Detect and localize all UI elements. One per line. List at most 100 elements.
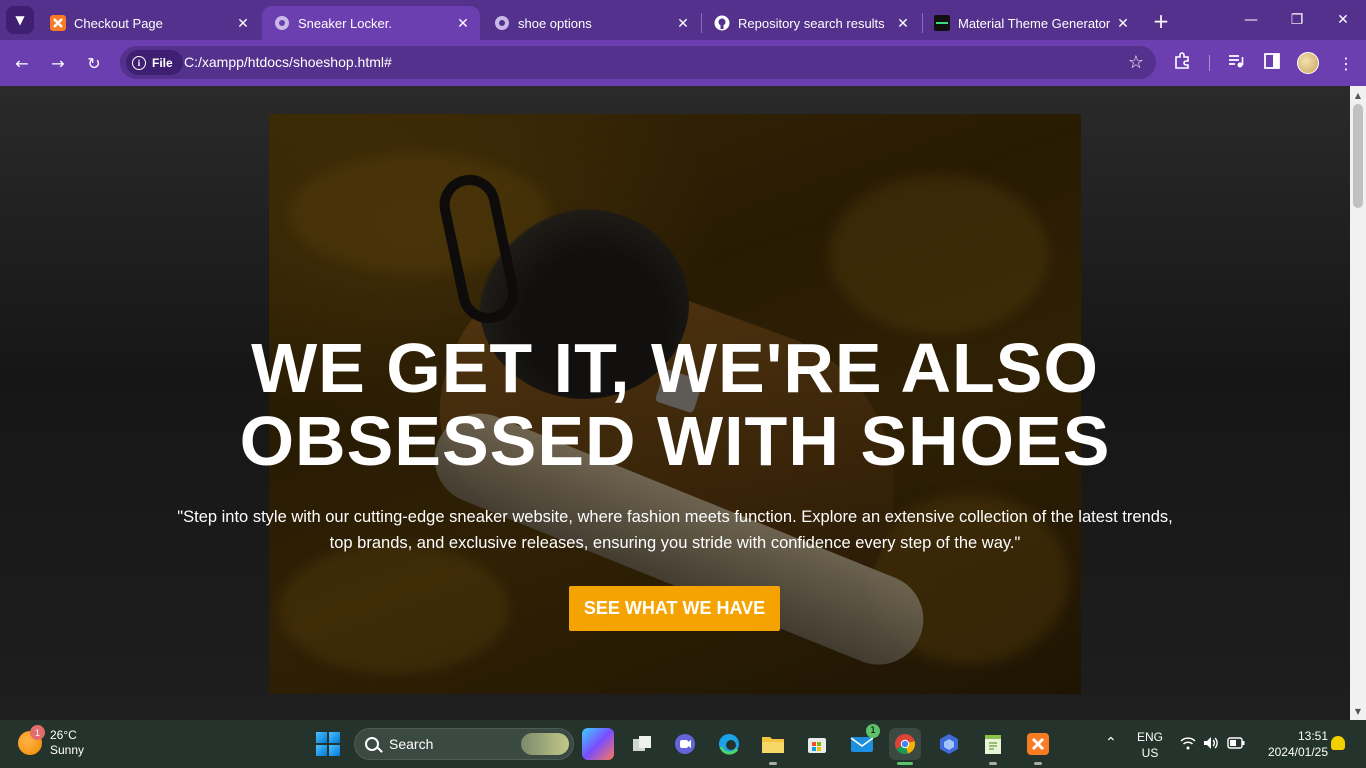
chevron-down-icon: ▼ xyxy=(15,13,25,27)
weather-condition: Sunny xyxy=(50,743,85,757)
browser-menu-button[interactable]: ⋮ xyxy=(1332,49,1360,77)
windows-taskbar: 1 26°C Sunny Search 1 ⌃ ENG US 13:51 202… xyxy=(0,720,1366,768)
arrow-left-icon: ← xyxy=(15,53,29,73)
language-indicator[interactable]: ENG US xyxy=(1133,729,1167,761)
mail-icon[interactable]: 1 xyxy=(846,724,880,760)
restore-icon: ❐ xyxy=(1290,12,1304,28)
clock[interactable]: 13:51 2024/01/25 xyxy=(1256,728,1328,760)
edge-browser-icon[interactable] xyxy=(713,728,745,760)
tab-strip: ▼ Checkout Page ✕ Sneaker Locker. ✕ shoe… xyxy=(0,0,1366,40)
notification-bell-icon[interactable] xyxy=(1331,736,1345,750)
forward-button[interactable]: → xyxy=(44,49,72,77)
region-code: US xyxy=(1141,746,1159,760)
running-indicator xyxy=(989,762,997,765)
chrome-browser-icon[interactable] xyxy=(889,728,921,765)
start-button[interactable] xyxy=(316,732,340,756)
active-indicator xyxy=(897,762,913,765)
close-icon[interactable]: ✕ xyxy=(454,14,472,32)
page-viewport: WE GET IT, WE'RE ALSO OBSESSED WITH SHOE… xyxy=(0,86,1350,720)
browser-toolbar: ← → ↻ i File C:/xampp/htdocs/shoeshop.ht… xyxy=(0,40,1366,86)
scroll-up-arrow-icon[interactable]: ▲ xyxy=(1350,87,1366,103)
toolbar-separator xyxy=(1209,55,1210,71)
sun-icon: 1 xyxy=(18,725,45,755)
back-button[interactable]: ← xyxy=(8,49,36,77)
info-icon: i xyxy=(132,55,146,70)
more-vertical-icon: ⋮ xyxy=(1338,53,1354,73)
tab-sneaker-locker[interactable]: Sneaker Locker. ✕ xyxy=(262,6,480,40)
copilot-taskbar-icon[interactable] xyxy=(582,728,614,760)
close-icon[interactable]: ✕ xyxy=(894,14,912,32)
new-tab-button[interactable]: + xyxy=(1148,8,1174,34)
show-hidden-icons-icon[interactable]: ⌃ xyxy=(1105,735,1117,751)
hero-description: "Step into style with our cutting-edge s… xyxy=(177,508,1173,552)
headline-line-2: OBSESSED WITH SHOES xyxy=(239,402,1111,480)
tab-search-button[interactable]: ▼ xyxy=(6,6,34,34)
minimize-button[interactable]: — xyxy=(1228,0,1274,40)
site-chip-label: File xyxy=(152,55,173,70)
page-scrollbar[interactable]: ▲ ▼ xyxy=(1350,86,1366,720)
puzzle-icon xyxy=(1173,52,1191,74)
task-view-icon[interactable] xyxy=(626,728,658,760)
scrollbar-thumb[interactable] xyxy=(1353,104,1363,208)
url-text[interactable]: C:/xampp/htdocs/shoeshop.html# xyxy=(184,54,392,70)
search-highlight-image xyxy=(521,733,569,755)
notepad-plus-plus-icon[interactable] xyxy=(977,728,1009,765)
language-code: ENG xyxy=(1136,730,1163,744)
weather-widget[interactable]: 1 26°C Sunny xyxy=(18,725,85,758)
minimize-icon: — xyxy=(1244,12,1258,28)
side-panel-icon xyxy=(1264,53,1280,73)
media-control-button[interactable] xyxy=(1222,49,1250,77)
side-panel-button[interactable] xyxy=(1258,49,1286,77)
battery-icon[interactable] xyxy=(1227,737,1245,753)
globe-icon xyxy=(274,15,290,31)
close-icon: ✕ xyxy=(1337,12,1349,28)
tab-title: shoe options xyxy=(518,15,592,31)
tab-title: Material Theme Generator xyxy=(958,15,1111,31)
github-icon xyxy=(714,15,730,31)
teams-chat-icon[interactable] xyxy=(669,728,701,760)
headline-line-1: WE GET IT, WE'RE ALSO xyxy=(251,329,1099,407)
file-explorer-icon[interactable] xyxy=(757,728,789,765)
close-icon[interactable]: ✕ xyxy=(234,14,252,32)
bookmark-star-icon[interactable]: ☆ xyxy=(1128,52,1144,73)
tab-title: Checkout Page xyxy=(74,15,163,31)
close-window-button[interactable]: ✕ xyxy=(1320,0,1366,40)
xampp-control-icon[interactable] xyxy=(1022,728,1054,765)
wifi-icon[interactable] xyxy=(1180,736,1196,754)
hero-headline: WE GET IT, WE'RE ALSO OBSESSED WITH SHOE… xyxy=(0,332,1350,478)
restore-button[interactable]: ❐ xyxy=(1274,0,1320,40)
xampp-icon xyxy=(50,15,66,31)
windows-logo-icon xyxy=(316,732,327,743)
playlist-icon xyxy=(1227,52,1245,74)
scroll-down-arrow-icon[interactable]: ▼ xyxy=(1350,703,1366,719)
tab-material-theme[interactable]: Material Theme Generator ✕ xyxy=(922,6,1140,40)
tab-repository-search[interactable]: Repository search results ✕ xyxy=(702,6,920,40)
microsoft-store-icon[interactable] xyxy=(801,728,833,760)
close-icon[interactable]: ✕ xyxy=(1114,14,1132,32)
close-icon[interactable]: ✕ xyxy=(674,14,692,32)
site-info-chip[interactable]: i File xyxy=(126,50,183,75)
search-icon xyxy=(365,737,379,751)
mail-badge: 1 xyxy=(866,724,880,738)
tab-shoe-options[interactable]: shoe options ✕ xyxy=(482,6,700,40)
running-indicator xyxy=(769,762,777,765)
extensions-button[interactable] xyxy=(1168,49,1196,77)
reload-button[interactable]: ↻ xyxy=(80,49,108,77)
tab-checkout[interactable]: Checkout Page ✕ xyxy=(38,6,260,40)
app-launcher-icon[interactable] xyxy=(933,728,965,760)
tab-title: Repository search results xyxy=(738,15,885,31)
reload-icon: ↻ xyxy=(87,53,101,73)
tab-title: Sneaker Locker. xyxy=(298,15,392,31)
plus-icon: + xyxy=(1152,9,1170,33)
see-what-we-have-button[interactable]: SEE WHAT WE HAVE xyxy=(569,586,780,631)
address-bar[interactable]: i File C:/xampp/htdocs/shoeshop.html# ☆ xyxy=(120,46,1156,79)
weather-badge: 1 xyxy=(30,725,45,740)
clock-date: 2024/01/25 xyxy=(1267,745,1328,759)
taskbar-search[interactable]: Search xyxy=(354,728,574,760)
running-indicator xyxy=(1034,762,1042,765)
globe-icon xyxy=(494,15,510,31)
profile-avatar[interactable] xyxy=(1297,52,1319,74)
arrow-right-icon: → xyxy=(51,53,65,73)
volume-icon[interactable] xyxy=(1203,736,1219,754)
clock-time: 13:51 xyxy=(1297,729,1328,743)
